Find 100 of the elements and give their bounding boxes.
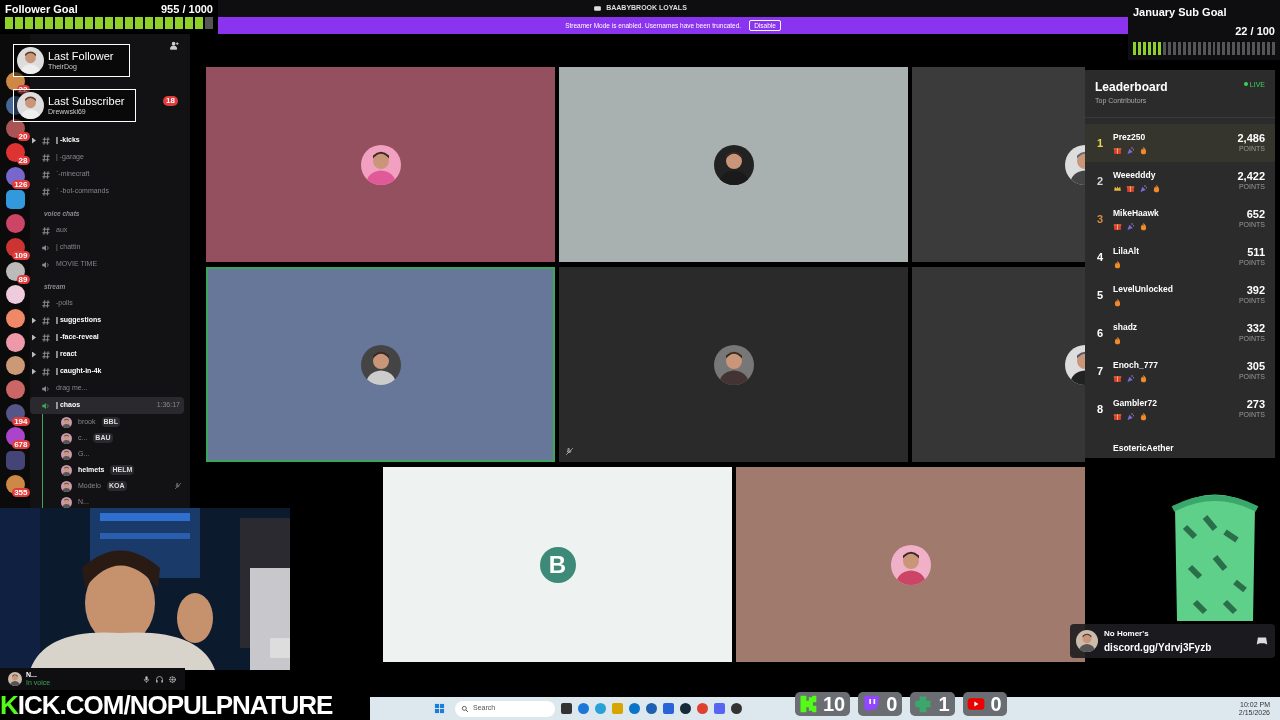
rank-number: 7: [1095, 363, 1105, 379]
app-icon[interactable]: [731, 703, 742, 714]
video-tile[interactable]: [912, 67, 1085, 262]
goal-title: January Sub Goal: [1133, 5, 1228, 19]
video-tile[interactable]: B: [383, 467, 732, 662]
server-icon[interactable]: [5, 190, 25, 210]
points-value: 392: [1246, 283, 1265, 296]
unread-count-badge: 194: [12, 416, 30, 426]
alert-title: Last Subscriber: [48, 95, 125, 107]
avatar-letter: B: [539, 546, 576, 583]
invite-link[interactable]: discord.gg/Ydrvj3Fyzb: [1104, 639, 1249, 655]
party-icon: [1139, 183, 1148, 193]
alert-title: Last Follower: [48, 50, 114, 62]
unread-count-badge: 20: [16, 132, 30, 142]
gift-icon: [1113, 145, 1122, 155]
gift-icon: [1126, 183, 1135, 193]
hashtag-icon: [41, 135, 51, 146]
rank-number: 6: [1095, 325, 1105, 341]
unread-count-badge: 126: [12, 179, 30, 189]
microphone-icon[interactable]: [142, 674, 151, 684]
viewer-count: 10: [822, 693, 847, 715]
contributor-name: Prez250: [1113, 131, 1147, 144]
contributor-name: shadz: [1113, 321, 1139, 334]
rank-number: 3: [1095, 211, 1105, 227]
video-tile[interactable]: [559, 267, 908, 462]
leaderboard-title: Leaderboard: [1095, 79, 1168, 96]
mute-icon: [565, 447, 574, 456]
hashtag-icon: [41, 366, 51, 377]
contributor-name: LilaAlt: [1113, 245, 1140, 258]
points-value: 305: [1246, 359, 1265, 372]
unread-count-badge: 355: [12, 487, 30, 497]
fire-icon: [1113, 335, 1122, 345]
server-icon[interactable]: [5, 261, 25, 281]
speaker-icon: [41, 383, 51, 394]
video-tile[interactable]: [912, 267, 1085, 462]
hashtag-icon: [41, 186, 51, 197]
unread-count-badge: 109: [12, 250, 30, 260]
viewer-count: 1: [937, 693, 951, 715]
settings-icon[interactable]: [168, 674, 177, 684]
contributor-name: LevelUnlocked: [1113, 283, 1174, 296]
contributor-name: MikeHaawk: [1113, 207, 1160, 220]
gift-icon: [1113, 411, 1122, 421]
fire-icon: [1139, 411, 1148, 421]
app-icon[interactable]: [561, 703, 572, 714]
party-icon: [1126, 411, 1135, 421]
rank-number: 4: [1095, 249, 1105, 265]
app-icon[interactable]: [680, 703, 691, 714]
goal-count: 955 / 1000: [161, 3, 213, 15]
hashtag-icon: [41, 298, 51, 309]
fire-icon: [1139, 221, 1148, 231]
hashtag-icon: [41, 152, 51, 163]
unread-count-badge: 89: [16, 274, 30, 284]
gift-icon: [1113, 221, 1122, 231]
points-value: 511: [1247, 245, 1265, 258]
contributor-name: Weeedddy: [1113, 169, 1157, 182]
points-value: 2,486: [1237, 131, 1265, 144]
kick-logo-icon: [798, 694, 818, 714]
rank-number: 5: [1095, 287, 1105, 303]
search-icon: [461, 704, 469, 713]
video-tile[interactable]: [206, 267, 555, 462]
server-icon[interactable]: [5, 72, 25, 91]
speaker-icon: [41, 400, 51, 411]
video-tile[interactable]: [736, 467, 1085, 662]
crown-icon: [1113, 183, 1122, 193]
rank-number: 2: [1095, 173, 1105, 189]
fire-icon: [1152, 183, 1161, 193]
fire-icon: [1113, 297, 1122, 307]
party-icon: [1126, 373, 1135, 383]
fire-icon: [1139, 373, 1148, 383]
goal-count: 22 / 100: [1235, 24, 1275, 38]
headphones-icon[interactable]: [155, 674, 164, 684]
hashtag-icon: [41, 315, 51, 326]
video-tile[interactable]: [559, 67, 908, 262]
start-menu-icon[interactable]: [434, 703, 445, 714]
server-icon[interactable]: [5, 119, 25, 139]
server-icon[interactable]: [5, 332, 25, 352]
points-value: 652: [1246, 207, 1265, 220]
points-value: 2,422: [1237, 169, 1265, 182]
unread-count-badge: 678: [12, 440, 30, 450]
server-icon[interactable]: [5, 356, 25, 376]
twitch-logo-icon: [861, 694, 882, 714]
mention-badge: 18: [163, 96, 178, 106]
server-icon[interactable]: [5, 166, 25, 186]
speaker-icon: [41, 259, 51, 270]
contributor-name: EsotericAether: [1113, 443, 1174, 453]
server-icon[interactable]: [5, 237, 25, 257]
party-icon: [1126, 145, 1135, 155]
video-tile[interactable]: [206, 67, 555, 262]
points-value: 332: [1246, 321, 1265, 334]
server-icon[interactable]: [5, 285, 25, 305]
party-icon: [1126, 221, 1135, 231]
app-icon[interactable]: [646, 703, 657, 714]
hashtag-icon: [41, 349, 51, 360]
contributor-name: Gambler72: [1113, 397, 1158, 410]
add-user-icon[interactable]: [169, 40, 180, 52]
hashtag-icon: [41, 225, 51, 236]
viewer-count: 0: [989, 693, 1003, 715]
server-name: No Homer's: [1104, 627, 1150, 640]
rank-number: 1: [1095, 135, 1105, 151]
server-icon[interactable]: [5, 308, 25, 328]
